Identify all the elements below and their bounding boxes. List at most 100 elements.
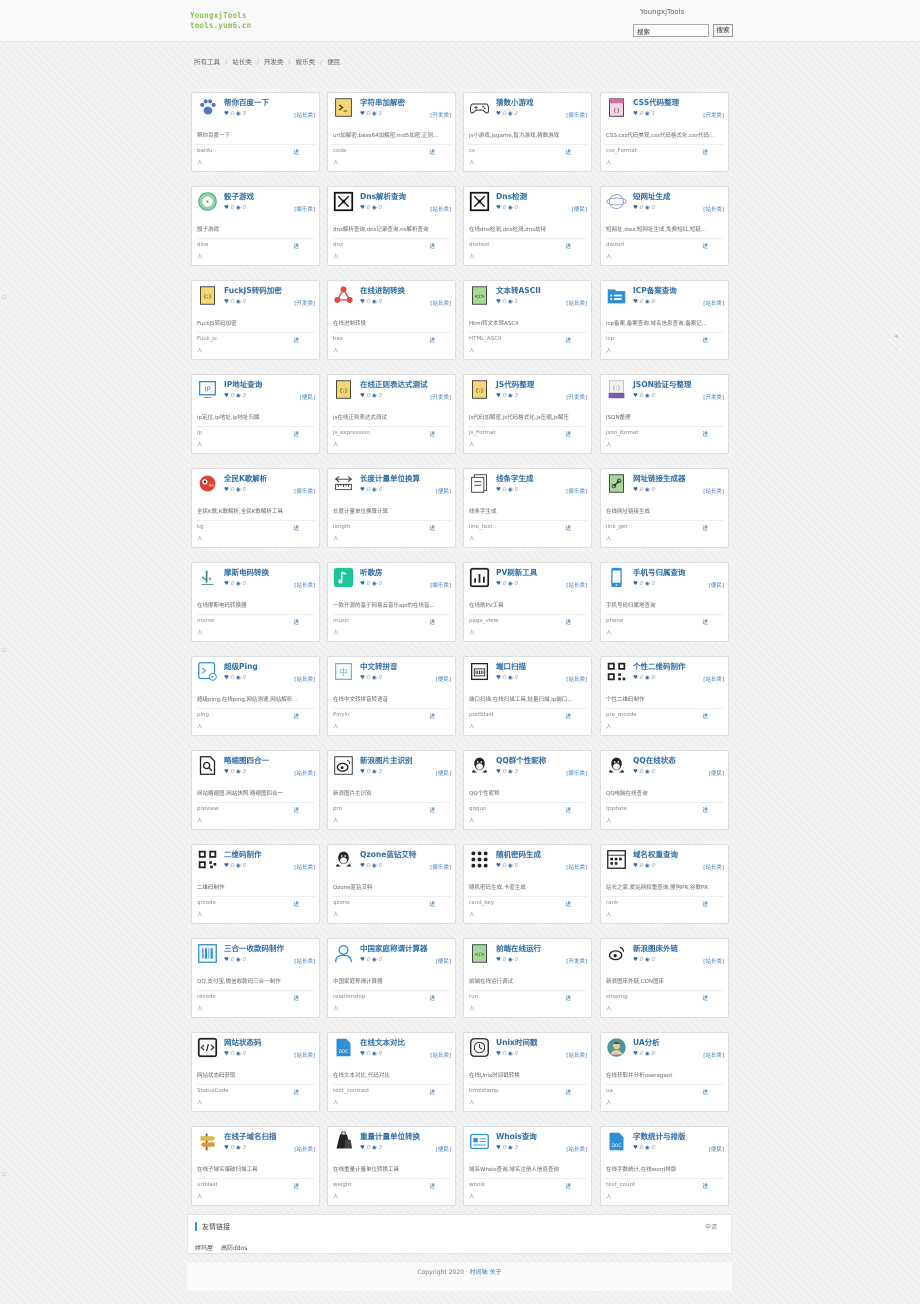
tool-title[interactable]: 在线子域名扫描: [224, 1131, 277, 1142]
tool-category[interactable]: [站长类]: [703, 957, 724, 965]
tool-card-qrcode[interactable]: 二维码制作 ♥ 0 ◉ 0 [站长类] 二维码制作 qrcode 进入: [191, 844, 320, 924]
heart-icon[interactable]: ♥: [224, 487, 229, 493]
tool-title[interactable]: 在线进制转换: [360, 285, 405, 296]
tool-title[interactable]: 字数统计与排版: [633, 1131, 686, 1142]
heart-icon[interactable]: ♥: [224, 863, 229, 869]
enter-link[interactable]: 进: [702, 994, 708, 1002]
tool-category[interactable]: [便民]: [709, 769, 724, 777]
tool-card-music[interactable]: 听歌房 ♥ 0 ◉ 0 [娱乐类] 一款开源的基于网易云音乐api的在线音... mus…: [327, 562, 456, 642]
apply-link[interactable]: 申请: [705, 1222, 717, 1231]
tool-title[interactable]: 文本转ASCII: [496, 285, 541, 296]
enter-link[interactable]: 进: [565, 994, 571, 1002]
tool-category[interactable]: [开发类]: [294, 299, 315, 307]
tool-title[interactable]: 新浪图片主识别: [360, 755, 413, 766]
tool-category[interactable]: [站长类]: [703, 1051, 724, 1059]
tool-category[interactable]: [娱乐类]: [566, 769, 587, 777]
tool-card-page_view[interactable]: PV刷新工具 ♥ 0 ◉ 0 [站长类] 在线刷PV工具 page_view 进入: [463, 562, 592, 642]
tool-category[interactable]: [站长类]: [566, 1051, 587, 1059]
tool-card-sinaimg[interactable]: 新浪图床外链 ♥ 0 ◉ 0 [站长类] 新浪图床外链,CDN图床 sinaimg 进入: [600, 938, 729, 1018]
enter-link[interactable]: 进: [702, 1182, 708, 1190]
heart-icon[interactable]: ♥: [224, 1051, 229, 1057]
tool-category[interactable]: [站长类]: [294, 581, 315, 589]
enter-link[interactable]: 进: [565, 148, 571, 156]
breadcrumb-item[interactable]: 站长类: [232, 56, 252, 66]
enter-link[interactable]: 进: [429, 336, 435, 344]
enter-link[interactable]: 进: [565, 242, 571, 250]
heart-icon[interactable]: ♥: [496, 111, 501, 117]
heart-icon[interactable]: ♥: [360, 111, 365, 117]
tool-title[interactable]: ICP备案查询: [633, 285, 677, 296]
tool-card-text_contrast[interactable]: DOC 在线文本对比 ♥ 0 ◉ 0 [站长类] 在线文本对比,代码对比 text_con…: [327, 1032, 456, 1112]
tool-title[interactable]: 个性二维码制作: [633, 661, 686, 672]
enter-link-text[interactable]: 入: [197, 816, 203, 824]
enter-link[interactable]: 进: [429, 712, 435, 720]
tool-card-qqqun[interactable]: QQ群个性昵称 ♥ 0 ◉ 0 [娱乐类] QQ个性昵称 qqqun 进入: [463, 750, 592, 830]
tool-card-qzone[interactable]: Qzone蓝钻艾特 ♥ 0 ◉ 0 [娱乐类] Qzone蓝钻艾特 qzone 进入: [327, 844, 456, 924]
tool-title[interactable]: Dns检测: [496, 191, 527, 202]
heart-icon[interactable]: ♥: [496, 769, 501, 775]
tool-card-preview[interactable]: 略缩图四合一 ♥ 0 ◉ 0 [站长类] 网站略缩图,网站快照,略缩图四合一 previ…: [191, 750, 320, 830]
tool-category[interactable]: [娱乐类]: [294, 487, 315, 495]
enter-link-text[interactable]: 入: [606, 252, 612, 260]
enter-link-text[interactable]: 入: [469, 722, 475, 730]
tool-card-weight[interactable]: 重量计量单位转换 ♥ 0 ◉ 0 [便民] 在线重量计量单位转换工具 weight 进入: [327, 1126, 456, 1206]
tool-card-pro[interactable]: 新浪图片主识别 ♥ 0 ◉ 0 [便民] 新浪图片主识别 pro 进入: [327, 750, 456, 830]
tool-card-dwzurl[interactable]: 短网址生成 ♥ 0 ◉ 0 [站长类] 短网址,dwz,短网址生成,免费短红,短链..…: [600, 186, 729, 266]
enter-link[interactable]: 进: [702, 900, 708, 908]
tool-title[interactable]: 随机密码生成: [496, 849, 541, 860]
tool-category[interactable]: [站长类]: [294, 957, 315, 965]
enter-link[interactable]: 进: [702, 1088, 708, 1096]
tool-title[interactable]: 新浪图床外链: [633, 943, 678, 954]
tool-title[interactable]: 猜数小游戏: [496, 97, 534, 108]
tool-card-relationship[interactable]: 中国家庭称谓计算器 ♥ 0 ◉ 0 [便民] 中国家庭称谓计算器 relationshi…: [327, 938, 456, 1018]
tool-category[interactable]: [便民]: [300, 393, 315, 401]
tool-category[interactable]: [站长类]: [703, 675, 724, 683]
tool-category[interactable]: [站长类]: [430, 205, 451, 213]
tool-category[interactable]: [站长类]: [430, 1051, 451, 1059]
tool-card-css_Format[interactable]: {} CSS代码整理 ♥ 0 ◉ 1 [开发类] CSS,css代码美观,css代码格式…: [600, 92, 729, 172]
tool-category[interactable]: [便民]: [436, 1145, 451, 1153]
enter-link-text[interactable]: 入: [333, 816, 339, 824]
tool-category[interactable]: [开发类]: [703, 393, 724, 401]
tool-title[interactable]: 网站状态码: [224, 1037, 262, 1048]
enter-link[interactable]: 进: [429, 1182, 435, 1190]
tool-title[interactable]: 听歌房: [360, 567, 383, 578]
tool-category[interactable]: [站长类]: [294, 1051, 315, 1059]
enter-link-text[interactable]: 入: [333, 534, 339, 542]
tool-category[interactable]: [便民]: [572, 205, 587, 213]
enter-link-text[interactable]: 入: [197, 1098, 203, 1106]
heart-icon[interactable]: ♥: [360, 487, 365, 493]
enter-link[interactable]: 进: [293, 618, 299, 626]
breadcrumb-item[interactable]: 开发类: [264, 56, 284, 66]
heart-icon[interactable]: ♥: [224, 769, 229, 775]
tool-title[interactable]: 二维码制作: [224, 849, 262, 860]
enter-link[interactable]: 进: [565, 430, 571, 438]
enter-link-text[interactable]: 入: [469, 910, 475, 918]
tool-category[interactable]: [站长类]: [294, 111, 315, 119]
enter-link[interactable]: 进: [565, 1088, 571, 1096]
enter-link-text[interactable]: 入: [333, 628, 339, 636]
heart-icon[interactable]: ♥: [360, 581, 365, 587]
enter-link[interactable]: 进: [702, 242, 708, 250]
enter-link[interactable]: 进: [702, 712, 708, 720]
tool-title[interactable]: 端口扫描: [496, 661, 526, 672]
tool-card-kg[interactable]: 全民K歌解析 ♥ 0 ◉ 0 [娱乐类] 全民K歌,K歌解析,全民K歌解析工具 kg 进入: [191, 468, 320, 548]
enter-link-text[interactable]: 入: [606, 346, 612, 354]
tool-title[interactable]: 前端在线运行: [496, 943, 541, 954]
enter-link-text[interactable]: 入: [469, 1192, 475, 1200]
tool-title[interactable]: Whois查询: [496, 1131, 537, 1142]
tool-card-pre_qrcode[interactable]: 个性二维码制作 ♥ 0 ◉ 0 [站长类] 个性二维码制作 pre_qrcode 进入: [600, 656, 729, 736]
tool-category[interactable]: [站长类]: [566, 1145, 587, 1153]
tool-card-text_count[interactable]: DOC 字数统计与排版 ♥ 0 ◉ 0 [便民] 在线字数统计,在线word排版 text…: [600, 1126, 729, 1206]
tool-card-code[interactable]: 字符串加解密 ♥ 0 ◉ 1 [开发类] url加解密,base64加解密,md5加密…: [327, 92, 456, 172]
heart-icon[interactable]: ♥: [496, 675, 501, 681]
enter-link[interactable]: 进: [293, 994, 299, 1002]
enter-link[interactable]: 进: [702, 336, 708, 344]
heart-icon[interactable]: ♥: [360, 1145, 365, 1151]
tool-category[interactable]: [便民]: [436, 769, 451, 777]
tool-card-Fuck_js[interactable]: {;} FuckJS转码加密 ♥ 0 ◉ 0 [开发类] FuckJS转码加密 Fuck_…: [191, 280, 320, 360]
heart-icon[interactable]: ♥: [360, 769, 365, 775]
tool-card-hex[interactable]: 在线进制转换 ♥ 0 ◉ 0 [站长类] 在线进制转换 hex 进入: [327, 280, 456, 360]
enter-link-text[interactable]: 入: [333, 1098, 339, 1106]
tool-category[interactable]: [便民]: [436, 675, 451, 683]
